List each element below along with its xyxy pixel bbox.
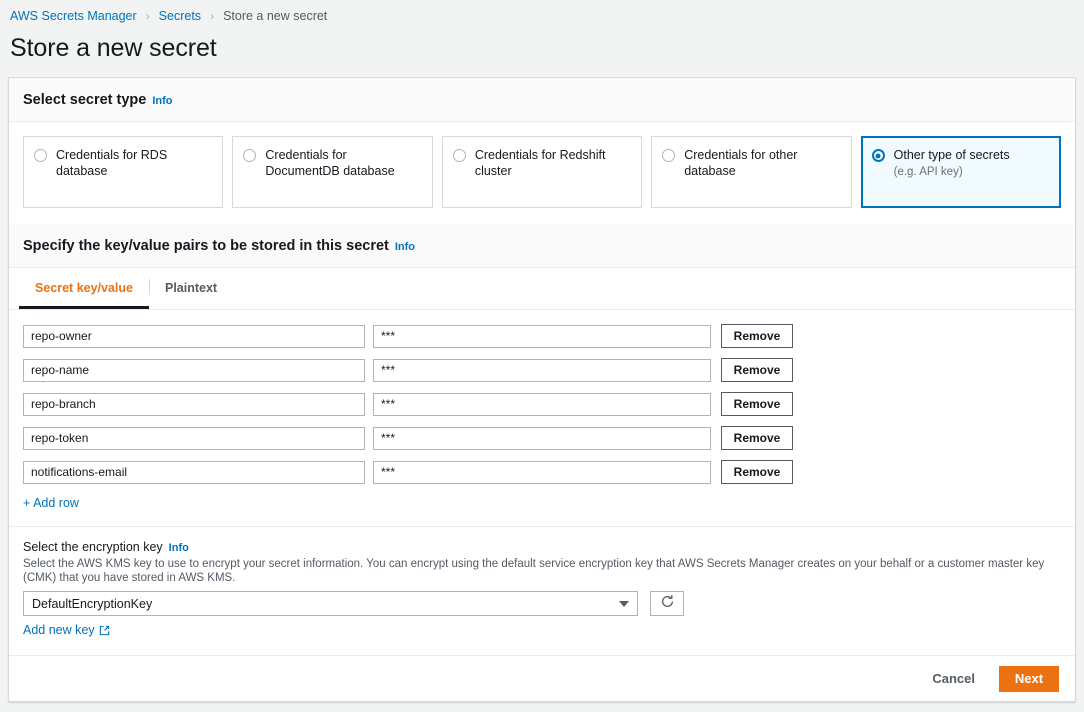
secret-type-card-sublabel: (e.g. API key) xyxy=(893,166,963,178)
secret-type-card-rds[interactable]: Credentials for RDS database xyxy=(23,136,224,208)
encryption-key-section: Select the encryption key Info Select th… xyxy=(9,527,1075,655)
secret-key-input[interactable] xyxy=(23,460,365,484)
encryption-key-selected-value: DefaultEncryptionKey xyxy=(32,596,153,611)
breadcrumb-separator-icon: › xyxy=(145,9,150,23)
encryption-key-info-link[interactable]: Info xyxy=(169,542,189,554)
secret-key-input[interactable] xyxy=(23,392,365,416)
key-value-row: Remove xyxy=(23,358,1061,382)
secret-value-input[interactable] xyxy=(373,460,711,484)
page-title: Store a new secret xyxy=(10,34,217,62)
encryption-key-controls: DefaultEncryptionKey xyxy=(23,591,1061,616)
key-value-row: Remove xyxy=(23,426,1061,450)
key-value-row: Remove xyxy=(23,460,1061,484)
secret-tabs: Secret key/value Plaintext xyxy=(9,268,1075,310)
secret-value-input[interactable] xyxy=(373,358,711,382)
secret-type-heading: Select secret type xyxy=(23,92,147,108)
breadcrumb-item-secrets[interactable]: Secrets xyxy=(159,9,201,23)
radio-icon-selected[interactable] xyxy=(871,149,885,162)
remove-row-button[interactable]: Remove xyxy=(721,324,793,348)
radio-icon[interactable] xyxy=(243,149,257,162)
secret-type-card-other-secrets[interactable]: Other type of secrets (e.g. API key) xyxy=(860,136,1062,208)
radio-icon[interactable] xyxy=(34,149,47,162)
breadcrumb-item-current: Store a new secret xyxy=(223,9,328,23)
key-value-header: Specify the key/value pairs to be stored… xyxy=(9,224,1075,268)
radio-icon[interactable] xyxy=(662,149,676,162)
key-value-info-link[interactable]: Info xyxy=(395,241,415,253)
secret-value-input[interactable] xyxy=(373,392,711,416)
cancel-button[interactable]: Cancel xyxy=(926,670,981,687)
encryption-key-label: Select the encryption key xyxy=(23,540,163,554)
breadcrumb: AWS Secrets Manager › Secrets › Store a … xyxy=(0,0,1084,26)
refresh-keys-button[interactable] xyxy=(650,591,684,616)
secret-key-input[interactable] xyxy=(23,324,365,348)
secret-value-input[interactable] xyxy=(373,324,711,348)
secret-type-card-title: Other type of secrets xyxy=(893,148,1010,162)
breadcrumb-separator-icon: › xyxy=(210,9,215,23)
secret-key-input[interactable] xyxy=(23,426,365,450)
add-row-link[interactable]: + Add row xyxy=(23,496,79,510)
secret-type-options: Credentials for RDS database Credentials… xyxy=(9,122,1075,224)
secret-key-input[interactable] xyxy=(23,358,365,382)
breadcrumb-item-aws-secrets-manager[interactable]: AWS Secrets Manager xyxy=(10,9,137,23)
remove-row-button[interactable]: Remove xyxy=(721,460,793,484)
encryption-key-label-row: Select the encryption key Info xyxy=(23,540,1061,554)
key-value-rows: Remove Remove Remove Remove Remove + Add… xyxy=(9,310,1075,526)
form-footer: Cancel Next xyxy=(9,655,1075,701)
next-button[interactable]: Next xyxy=(999,665,1059,692)
tab-secret-key-value[interactable]: Secret key/value xyxy=(19,268,149,309)
key-value-row: Remove xyxy=(23,324,1061,348)
secret-type-card-label: Credentials for RDS database xyxy=(56,148,168,178)
remove-row-button[interactable]: Remove xyxy=(721,392,793,416)
secret-value-input[interactable] xyxy=(373,426,711,450)
secret-type-card-label: Credentials for Redshift cluster xyxy=(474,148,606,178)
secret-type-header: Select secret type Info xyxy=(9,78,1075,122)
secret-type-card-label: Credentials for DocumentDB database xyxy=(265,148,395,178)
key-value-row: Remove xyxy=(23,392,1061,416)
radio-icon[interactable] xyxy=(452,149,466,162)
refresh-icon xyxy=(660,594,675,614)
chevron-down-icon xyxy=(619,600,629,607)
secret-type-card-label: Credentials for other database xyxy=(684,148,798,178)
remove-row-button[interactable]: Remove xyxy=(721,426,793,450)
secret-type-card-documentdb[interactable]: Credentials for DocumentDB database xyxy=(232,136,433,208)
encryption-key-description: Select the AWS KMS key to use to encrypt… xyxy=(23,558,1045,584)
remove-row-button[interactable]: Remove xyxy=(721,358,793,382)
external-link-icon xyxy=(99,625,110,636)
encryption-key-select[interactable]: DefaultEncryptionKey xyxy=(23,591,638,616)
secret-type-info-link[interactable]: Info xyxy=(152,95,172,107)
add-new-key-link[interactable]: Add new key xyxy=(23,623,110,637)
secret-type-card-redshift[interactable]: Credentials for Redshift cluster xyxy=(441,136,643,208)
add-new-key-label: Add new key xyxy=(23,623,95,637)
store-secret-panel: Select secret type Info Credentials for … xyxy=(8,77,1076,702)
tab-plaintext[interactable]: Plaintext xyxy=(149,268,233,309)
key-value-heading: Specify the key/value pairs to be stored… xyxy=(23,238,389,254)
secret-type-card-label: Other type of secrets (e.g. API key) xyxy=(894,147,1010,180)
secret-type-card-other-database[interactable]: Credentials for other database xyxy=(651,136,852,208)
